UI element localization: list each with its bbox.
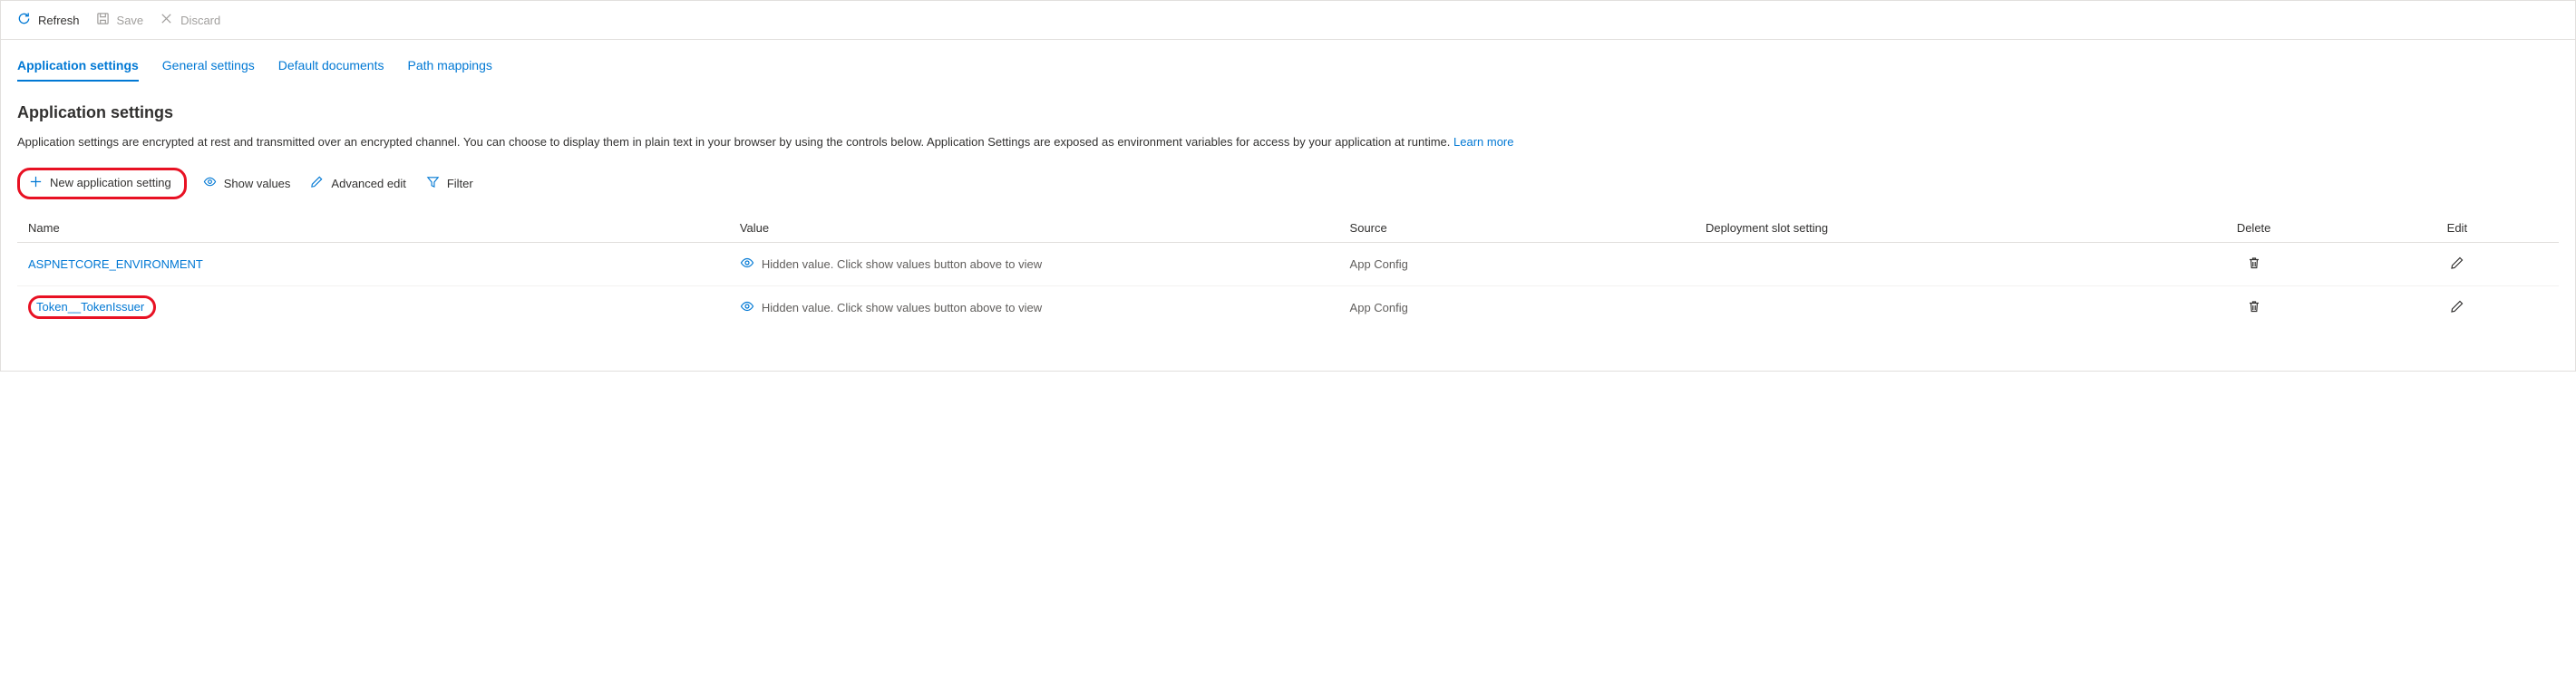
save-icon <box>96 12 110 28</box>
trash-icon <box>2247 259 2261 273</box>
hidden-value-text: Hidden value. Click show values button a… <box>762 301 1042 314</box>
col-header-name[interactable]: Name <box>17 214 729 243</box>
filter-label: Filter <box>447 177 473 190</box>
col-header-delete: Delete <box>2152 214 2355 243</box>
close-icon <box>160 12 173 28</box>
filter-button[interactable]: Filter <box>423 172 477 194</box>
pencil-icon <box>2450 303 2464 316</box>
setting-name-link[interactable]: ASPNETCORE_ENVIRONMENT <box>28 257 203 271</box>
discard-label: Discard <box>180 14 220 27</box>
source-text: App Config <box>1350 301 1408 314</box>
save-label: Save <box>117 14 144 27</box>
highlight-new-setting: New application setting <box>17 168 187 199</box>
eye-icon <box>203 175 217 191</box>
slot-cell <box>1695 285 2153 329</box>
filter-icon <box>426 175 440 191</box>
pencil-icon <box>2450 259 2464 273</box>
save-button: Save <box>96 10 144 30</box>
edit-button[interactable] <box>2446 252 2468 276</box>
setting-name-link[interactable]: Token__TokenIssuer <box>36 300 144 314</box>
show-values-button[interactable]: Show values <box>199 172 295 194</box>
col-header-slot[interactable]: Deployment slot setting <box>1695 214 2153 243</box>
settings-action-row: New application setting Show values Adva… <box>17 168 2559 199</box>
refresh-icon <box>17 12 31 28</box>
hidden-value-cell[interactable]: Hidden value. Click show values button a… <box>740 256 1042 273</box>
col-header-value[interactable]: Value <box>729 214 1339 243</box>
delete-button[interactable] <box>2243 295 2265 320</box>
tab-application-settings[interactable]: Application settings <box>17 53 139 82</box>
settings-table: Name Value Source Deployment slot settin… <box>17 214 2559 329</box>
col-header-source[interactable]: Source <box>1339 214 1695 243</box>
discard-button: Discard <box>160 10 220 30</box>
new-setting-label: New application setting <box>50 176 171 189</box>
refresh-button[interactable]: Refresh <box>17 10 80 30</box>
delete-button[interactable] <box>2243 252 2265 276</box>
section-title: Application settings <box>17 103 2559 122</box>
table-row: Token__TokenIssuer Hidden value. Click s… <box>17 285 2559 329</box>
tab-default-documents[interactable]: Default documents <box>278 53 384 82</box>
table-row: ASPNETCORE_ENVIRONMENT Hidden value. Cli… <box>17 242 2559 285</box>
command-bar: Refresh Save Discard <box>1 1 2575 40</box>
new-application-setting-button[interactable]: New application setting <box>25 172 175 194</box>
tab-general-settings[interactable]: General settings <box>162 53 255 82</box>
slot-cell <box>1695 242 2153 285</box>
tab-path-mappings[interactable]: Path mappings <box>407 53 491 82</box>
advanced-edit-button[interactable]: Advanced edit <box>306 172 409 194</box>
plus-icon <box>29 175 43 191</box>
col-header-edit: Edit <box>2356 214 2559 243</box>
trash-icon <box>2247 303 2261 316</box>
eye-icon <box>740 299 754 316</box>
hidden-value-cell[interactable]: Hidden value. Click show values button a… <box>740 299 1042 316</box>
highlight-setting-name: Token__TokenIssuer <box>28 295 156 319</box>
edit-button[interactable] <box>2446 295 2468 320</box>
source-text: App Config <box>1350 257 1408 271</box>
table-header-row: Name Value Source Deployment slot settin… <box>17 214 2559 243</box>
eye-icon <box>740 256 754 273</box>
pencil-icon <box>310 175 324 191</box>
show-values-label: Show values <box>224 177 291 190</box>
refresh-label: Refresh <box>38 14 80 27</box>
section-desc-text: Application settings are encrypted at re… <box>17 135 1453 149</box>
advanced-edit-label: Advanced edit <box>331 177 405 190</box>
tab-row: Application settings General settings De… <box>1 53 2575 82</box>
learn-more-link[interactable]: Learn more <box>1453 135 1513 149</box>
section-description: Application settings are encrypted at re… <box>17 133 2559 151</box>
hidden-value-text: Hidden value. Click show values button a… <box>762 257 1042 271</box>
